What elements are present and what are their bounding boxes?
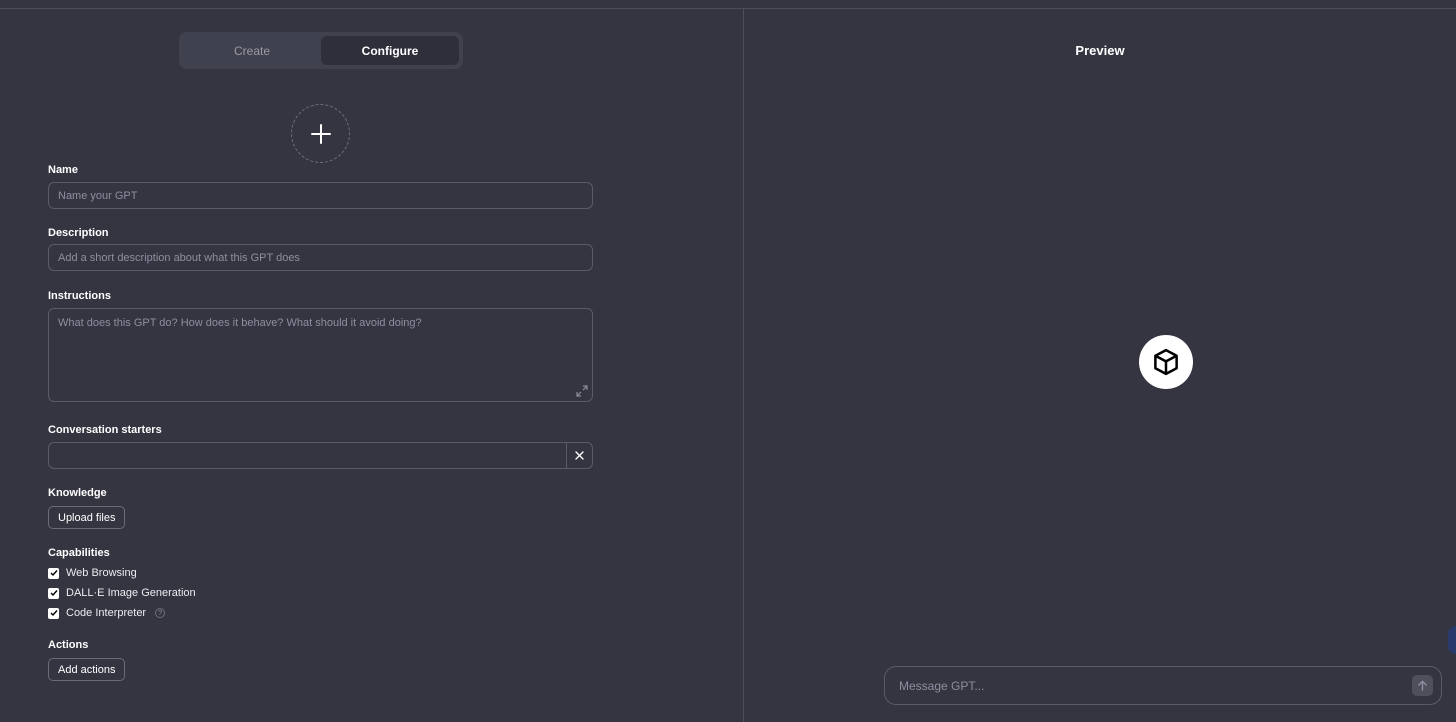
tab-configure[interactable]: Configure: [321, 36, 459, 65]
plus-icon: [310, 123, 331, 144]
check-icon: [50, 610, 58, 617]
capability-label: Code Interpreter: [66, 607, 147, 619]
cube-icon: [1154, 348, 1178, 376]
capability-code-interpreter[interactable]: Code Interpreter ?: [48, 606, 166, 620]
conversation-starter-input[interactable]: [49, 443, 566, 468]
check-icon: [50, 570, 58, 577]
remove-starter-button[interactable]: [566, 443, 592, 468]
capability-label: Web Browsing: [66, 567, 137, 579]
knowledge-label: Knowledge: [48, 487, 107, 499]
send-button[interactable]: [1412, 675, 1433, 696]
tab-create[interactable]: Create: [183, 36, 321, 65]
upload-files-button[interactable]: Upload files: [48, 506, 126, 529]
add-avatar-button[interactable]: [291, 104, 350, 163]
message-input[interactable]: [897, 677, 1412, 694]
configure-pane: Create Configure Name Description Instru…: [0, 9, 743, 722]
capability-dalle[interactable]: DALL·E Image Generation: [48, 586, 196, 600]
close-icon: [575, 451, 584, 460]
conversation-starter-row: [48, 442, 593, 469]
arrow-up-icon: [1418, 680, 1427, 691]
message-composer: [884, 666, 1442, 705]
instructions-textarea[interactable]: [48, 308, 593, 402]
name-label: Name: [48, 164, 78, 176]
side-help-button[interactable]: [1448, 626, 1456, 654]
preview-pane: Preview: [744, 9, 1456, 722]
description-label: Description: [48, 227, 109, 239]
expand-icon[interactable]: [576, 385, 588, 397]
checkbox-dalle[interactable]: [48, 587, 59, 599]
check-icon: [50, 590, 58, 597]
preview-title: Preview: [1075, 43, 1125, 58]
checkbox-web-browsing[interactable]: [48, 567, 59, 579]
instructions-label: Instructions: [48, 290, 111, 302]
actions-label: Actions: [48, 639, 89, 651]
gpt-logo: [1139, 335, 1193, 389]
checkbox-code-interpreter[interactable]: [48, 607, 59, 619]
help-icon[interactable]: ?: [155, 608, 166, 618]
mode-tabs: Create Configure: [179, 32, 463, 69]
add-actions-button[interactable]: Add actions: [48, 658, 126, 681]
capabilities-label: Capabilities: [48, 547, 110, 559]
capability-label: DALL·E Image Generation: [66, 587, 196, 599]
capability-web-browsing[interactable]: Web Browsing: [48, 566, 137, 580]
description-input[interactable]: [48, 244, 593, 271]
name-input[interactable]: [48, 182, 593, 209]
conversation-starters-label: Conversation starters: [48, 424, 162, 436]
